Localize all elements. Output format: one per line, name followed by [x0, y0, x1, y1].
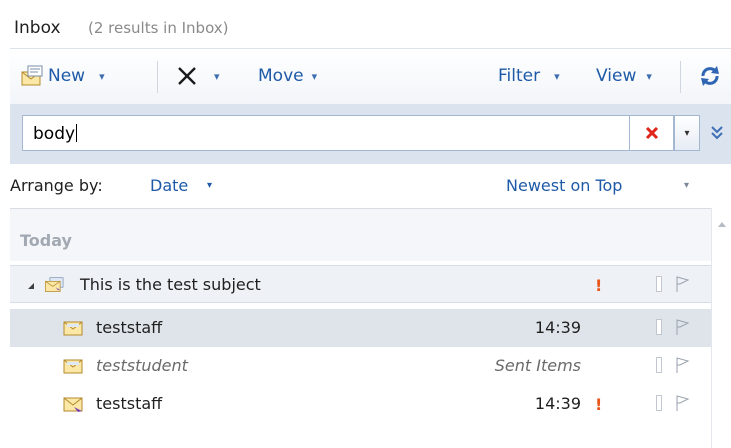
new-button-label: New: [48, 66, 86, 86]
message-folder: Sent Items: [494, 356, 581, 375]
view-dropdown-caret: ▾: [646, 69, 652, 83]
filter-dropdown-caret: ▾: [554, 69, 560, 83]
move-dropdown-caret: ▾: [311, 69, 318, 83]
delete-button[interactable]: ▾: [176, 63, 220, 89]
filter-button-label: Filter: [498, 66, 541, 86]
move-button-label: Move: [258, 66, 304, 86]
arrange-by-dropdown[interactable]: Date: [150, 176, 188, 195]
arrange-caret-icon[interactable]: ▾: [207, 180, 212, 191]
high-importance-icon: !: [595, 276, 603, 295]
outlook-inbox-pane: Inbox (2 results in Inbox) New ▾ ▾ Move: [0, 0, 731, 448]
toolbar-separator: [157, 61, 158, 93]
message-sender: teststaff: [96, 318, 163, 337]
search-input-text: body: [33, 124, 78, 144]
clear-x-icon: [645, 126, 658, 140]
high-importance-icon: !: [595, 395, 603, 414]
new-mail-icon: [21, 65, 43, 86]
scroll-up-arrow-icon[interactable]: [718, 222, 726, 227]
flag-icon[interactable]: [674, 275, 690, 293]
message-list: Today This is the test subject ! teststa…: [10, 208, 711, 448]
delete-dropdown-caret[interactable]: ▾: [214, 70, 220, 83]
toolbar-separator: [680, 61, 681, 93]
refresh-button[interactable]: [698, 63, 722, 89]
pane-header: Inbox (2 results in Inbox): [0, 0, 731, 46]
clear-search-button[interactable]: [630, 115, 674, 151]
filter-button[interactable]: Filter ▾: [498, 63, 560, 89]
folder-title: Inbox: [14, 18, 61, 38]
double-chevron-down-icon: [711, 126, 723, 140]
category-box[interactable]: [656, 395, 662, 411]
category-box[interactable]: [656, 357, 662, 373]
search-query: body: [33, 124, 76, 144]
reply-envelope-icon: [63, 397, 83, 412]
expand-search-button[interactable]: [710, 124, 730, 144]
collapse-triangle-icon[interactable]: [28, 283, 34, 289]
text-cursor: [76, 124, 78, 142]
message-time: 14:39: [534, 318, 581, 337]
view-button-label: View: [596, 66, 637, 86]
chevron-down-icon: ▾: [684, 127, 690, 139]
read-envelope-icon: [63, 321, 83, 336]
arrange-bar: Arrange by: Date ▾ Newest on Top ▾: [10, 166, 731, 206]
group-label: Today: [20, 231, 72, 250]
sent-envelope-icon: [63, 359, 83, 374]
sort-order-caret-icon[interactable]: ▾: [684, 180, 689, 191]
message-row[interactable]: teststaff 14:39: [10, 309, 711, 347]
search-input[interactable]: body: [22, 115, 630, 151]
new-button[interactable]: New ▾: [20, 63, 105, 89]
new-dropdown-caret[interactable]: ▾: [99, 70, 105, 83]
vertical-scrollbar[interactable]: [711, 208, 731, 448]
toolbar: New ▾ ▾ Move ▾ Filter ▾ View ▾: [10, 48, 731, 104]
date-group-header[interactable]: Today: [10, 209, 711, 261]
view-button[interactable]: View ▾: [596, 63, 652, 89]
message-sender: teststudent: [96, 356, 188, 375]
delete-x-icon: [178, 67, 196, 85]
results-count: (2 results in Inbox): [88, 19, 229, 37]
conversation-row[interactable]: This is the test subject !: [10, 265, 711, 303]
flag-icon[interactable]: [674, 394, 690, 412]
flag-icon[interactable]: [674, 318, 690, 336]
message-row[interactable]: teststaff 14:39 !: [10, 385, 711, 423]
arrange-label: Arrange by:: [10, 176, 103, 195]
message-sender: teststaff: [96, 394, 163, 413]
conversation-subject: This is the test subject: [80, 275, 261, 294]
move-button[interactable]: Move ▾: [258, 63, 317, 89]
category-box[interactable]: [656, 276, 662, 292]
flag-icon[interactable]: [674, 356, 690, 374]
refresh-icon: [701, 66, 719, 86]
search-options-dropdown[interactable]: ▾: [674, 115, 700, 151]
conversation-envelope-icon: [45, 277, 64, 292]
sort-order-toggle[interactable]: Newest on Top: [506, 176, 622, 195]
category-box[interactable]: [656, 319, 662, 335]
message-time: 14:39: [534, 394, 581, 413]
message-row[interactable]: teststudent Sent Items: [10, 347, 711, 385]
search-bar: body ▾: [10, 104, 731, 164]
